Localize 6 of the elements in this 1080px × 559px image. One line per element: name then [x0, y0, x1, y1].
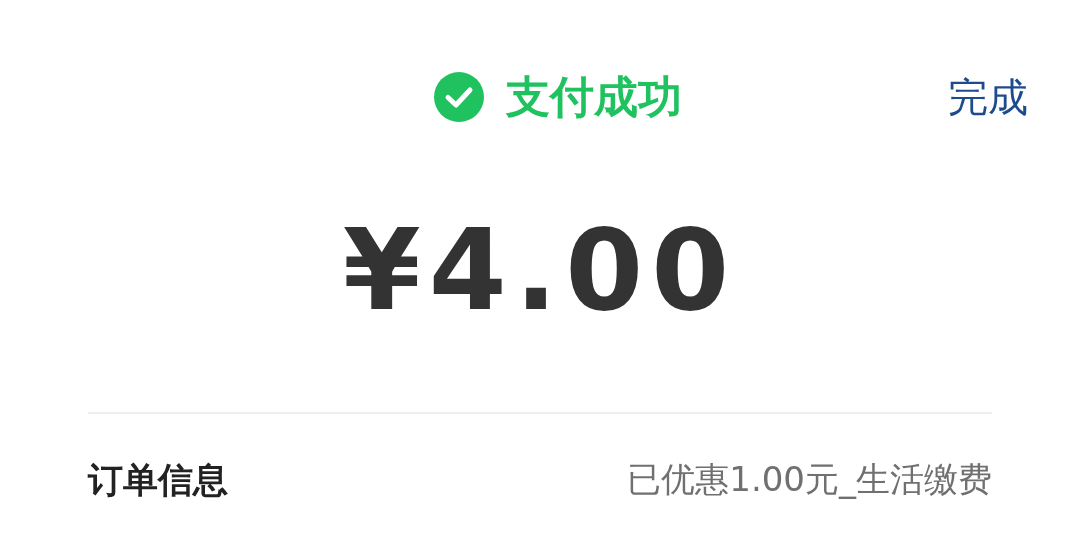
success-check-icon — [434, 72, 484, 122]
order-info-value: 已优惠1.00元_生活缴费 — [627, 458, 992, 501]
done-button[interactable]: 完成 — [948, 72, 1028, 122]
order-info-label: 订单信息 — [88, 458, 228, 502]
payment-status-title: 支付成功 — [506, 70, 682, 124]
payment-amount: ¥4.00 — [341, 205, 739, 335]
